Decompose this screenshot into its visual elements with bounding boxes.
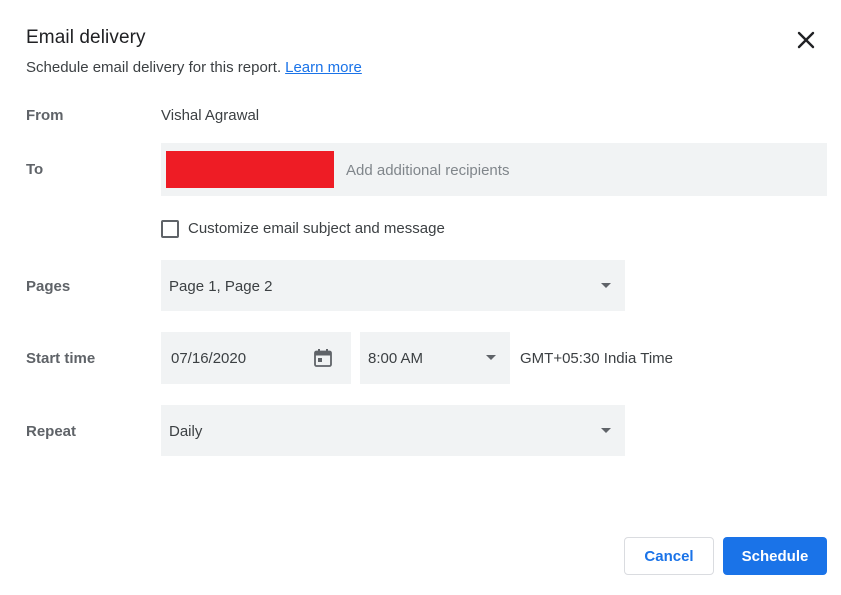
repeat-select-value: Daily xyxy=(169,423,203,440)
subtitle-text: Schedule email delivery for this report. xyxy=(26,59,282,76)
schedule-button[interactable]: Schedule xyxy=(723,537,827,575)
timezone-text: GMT+05:30 India Time xyxy=(520,350,673,367)
dialog-subtitle: Schedule email delivery for this report.… xyxy=(26,59,362,76)
pages-label: Pages xyxy=(26,278,71,295)
pages-select-value: Page 1, Page 2 xyxy=(169,278,273,295)
to-recipients-field[interactable]: Add additional recipients xyxy=(161,143,827,196)
start-date-input[interactable]: 07/16/2020 xyxy=(161,332,351,384)
repeat-label: Repeat xyxy=(26,423,77,440)
from-value: Vishal Agrawal xyxy=(161,107,260,124)
chevron-down-icon xyxy=(601,283,611,288)
chevron-down-icon xyxy=(601,428,611,433)
from-label: From xyxy=(26,107,64,124)
learn-more-link[interactable]: Learn more xyxy=(285,59,362,76)
pages-select[interactable]: Page 1, Page 2 xyxy=(161,260,625,311)
close-button[interactable] xyxy=(794,28,818,52)
customize-checkbox-label[interactable]: Customize email subject and message xyxy=(188,220,445,237)
start-time-label: Start time xyxy=(26,350,96,367)
start-date-value: 07/16/2020 xyxy=(171,350,247,367)
dialog-title: Email delivery xyxy=(26,27,146,48)
start-time-select[interactable]: 8:00 AM xyxy=(360,332,510,384)
calendar-icon[interactable] xyxy=(313,348,333,368)
to-label: To xyxy=(26,161,44,178)
close-icon xyxy=(797,31,815,49)
start-time-value: 8:00 AM xyxy=(368,350,424,367)
repeat-select[interactable]: Daily xyxy=(161,405,625,456)
to-placeholder: Add additional recipients xyxy=(346,162,510,179)
cancel-button[interactable]: Cancel xyxy=(624,537,714,575)
redacted-recipient-chip xyxy=(166,151,334,188)
chevron-down-icon xyxy=(486,355,496,360)
customize-checkbox[interactable] xyxy=(161,220,179,238)
